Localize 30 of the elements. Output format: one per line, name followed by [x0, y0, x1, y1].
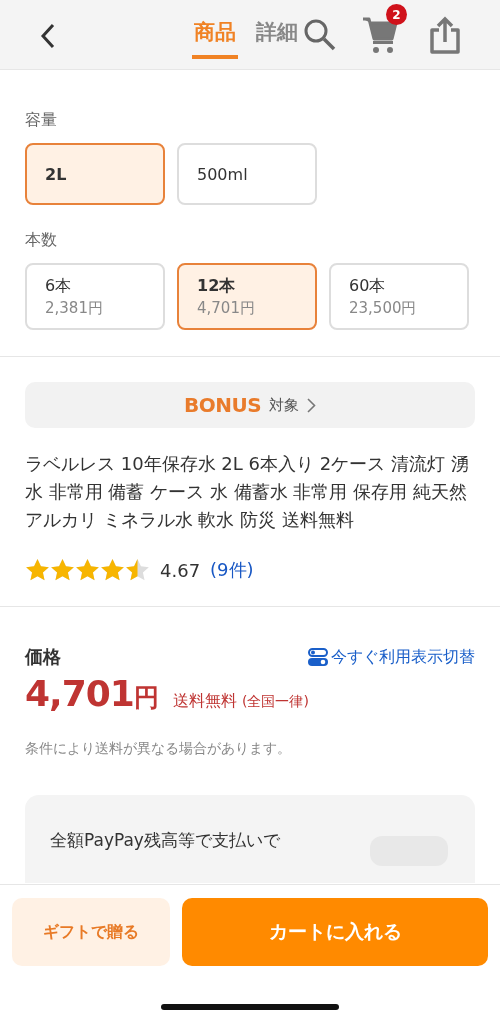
chevron-right-icon	[307, 397, 317, 413]
search-icon[interactable]	[303, 18, 337, 52]
option-button[interactable]: 12本 4,701円	[177, 263, 317, 330]
star-icon	[75, 558, 100, 582]
price-amount: 4,701円	[25, 673, 159, 714]
star-icon	[100, 558, 125, 582]
option-button[interactable]: 2L	[25, 143, 165, 205]
option-button[interactable]: 60本 23,500円	[329, 263, 469, 330]
bonus-banner[interactable]: BONUS 対象	[25, 382, 475, 428]
price-label: 価格	[25, 645, 61, 669]
shipping-text: 送料無料 (全国一律)	[172, 691, 309, 712]
bonus-logo: BONUS	[183, 393, 262, 417]
option-button[interactable]: 500ml	[177, 143, 317, 205]
product-title: ラベルレス 10年保存水 2L 6本入り 2ケース 清流灯 湧水 非常用 備蓄 ケース 水 備蓄水 非常用 保存用 純天然アルカリ ミネラル水 軟水 防災 送料無料	[25, 452, 470, 532]
option-group-label: 本数	[25, 230, 58, 251]
cart-count-badge: 2	[386, 4, 407, 25]
shipping-note: 条件により送料が異なる場合があります。	[25, 740, 292, 758]
rating-score: 4.67	[160, 559, 201, 581]
paypay-text: 全額PayPay残高等で支払いで	[50, 829, 280, 852]
star-icon	[125, 558, 150, 582]
star-icon	[25, 558, 50, 582]
review-count-link[interactable]: (9件)	[210, 558, 254, 582]
back-icon[interactable]	[38, 22, 56, 50]
share-icon[interactable]	[429, 16, 461, 54]
option-button[interactable]: 6本 2,381円	[25, 263, 165, 330]
bonus-label: 対象	[269, 395, 300, 415]
display-toggle-link[interactable]: 今すぐ利用表示切替	[308, 646, 475, 668]
option-group-label: 容量	[25, 110, 58, 131]
star-icon	[50, 558, 75, 582]
toggle-icon	[308, 648, 328, 666]
